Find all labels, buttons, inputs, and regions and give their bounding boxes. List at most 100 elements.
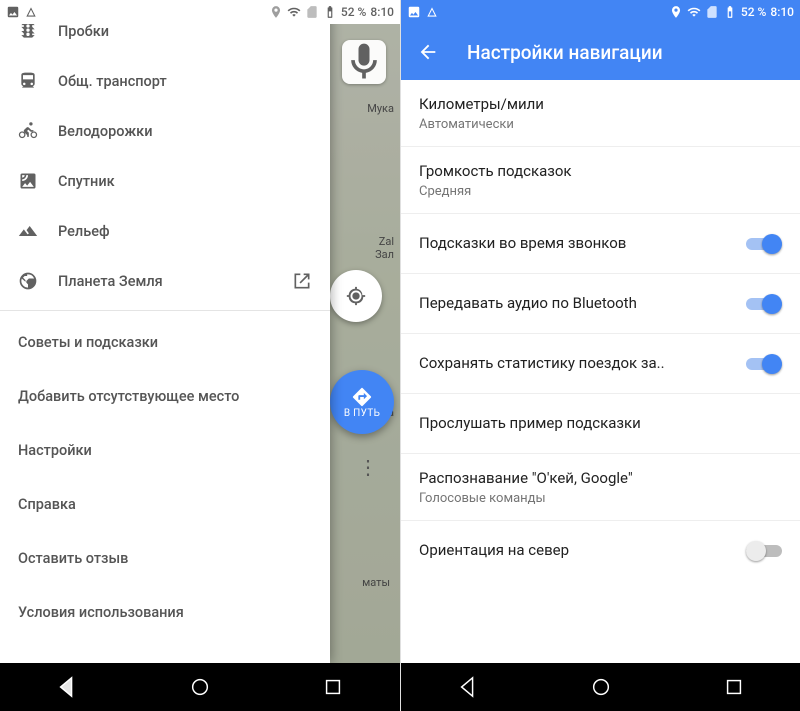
settings-list[interactable]: Километры/мили Автоматически Громкость под… [401, 80, 800, 663]
transit-icon [18, 71, 58, 91]
battery-icon [723, 5, 737, 19]
toggle-switch[interactable] [746, 541, 782, 561]
bike-icon [18, 121, 58, 141]
battery-icon [323, 5, 337, 19]
sim-icon [305, 5, 319, 19]
drawer-link-label: Советы и подсказки [18, 334, 158, 351]
wifi-icon [287, 5, 301, 19]
nav-back-button[interactable] [37, 663, 97, 711]
settings-row[interactable]: Передавать аудио по Bluetooth [401, 273, 800, 333]
drawer-link-feedback[interactable]: Оставить отзыв [0, 531, 330, 585]
settings-row-title: Прослушать пример подсказки [419, 413, 782, 434]
settings-row[interactable]: Прослушать пример подсказки [401, 393, 800, 453]
settings-row[interactable]: Километры/мили Автоматически [401, 80, 800, 146]
drawer-link-settings[interactable]: Настройки [0, 423, 330, 477]
drawer-item-label: Велодорожки [58, 123, 312, 140]
drawer-item-label: Общ. транспорт [58, 73, 312, 90]
arrow-back-icon [417, 41, 439, 63]
settings-row-title: Ориентация на север [419, 540, 746, 561]
image-notification-icon [407, 5, 421, 19]
drawer-link-label: Справка [18, 496, 76, 513]
app-notification-icon [24, 5, 38, 19]
earth-icon [18, 271, 58, 291]
directions-icon [351, 386, 373, 408]
settings-row-title: Подсказки во время звонков [419, 233, 746, 254]
drawer-link-label: Добавить отсутствующее место [18, 388, 239, 405]
nav-home-button[interactable] [170, 663, 230, 711]
settings-row-title: Сохранять статистику поездок за.. [419, 353, 746, 374]
drawer-link-terms[interactable]: Условия использования [0, 585, 330, 639]
nav-back-button[interactable] [438, 663, 498, 711]
system-navbar [0, 663, 400, 711]
start-route-label: В ПУТЬ [344, 408, 380, 419]
settings-row[interactable]: Распознавание "О'кей, Google" Голосовые к… [401, 453, 800, 520]
drawer-link-add-place[interactable]: Добавить отсутствующее место [0, 369, 330, 423]
drawer-item-transit[interactable]: Общ. транспорт [0, 56, 330, 106]
settings-row[interactable]: Сохранять статистику поездок за.. [401, 333, 800, 393]
settings-row-subtitle: Средняя [419, 184, 782, 199]
nav-recents-button[interactable] [704, 663, 764, 711]
toggle-switch[interactable] [746, 294, 782, 314]
voice-search-button[interactable] [342, 40, 386, 84]
status-bar: 52 % 8:10 [401, 0, 800, 24]
map-place-label: маты [362, 576, 390, 589]
app-notification-icon [425, 5, 439, 19]
map-place-label: Zal [379, 235, 394, 248]
drawer-item-earth[interactable]: Планета Земля [0, 256, 330, 306]
terrain-icon [18, 221, 58, 241]
status-bar: 52 % 8:10 [0, 0, 400, 24]
nav-home-button[interactable] [571, 663, 631, 711]
drawer-item-satellite[interactable]: Спутник [0, 156, 330, 206]
settings-row[interactable]: Подсказки во время звонков [401, 213, 800, 273]
battery-percent: 52 % [741, 5, 766, 19]
battery-percent: 52 % [341, 5, 366, 19]
drawer-item-label: Спутник [58, 173, 312, 190]
back-button[interactable] [417, 41, 439, 63]
settings-row[interactable]: Ориентация на север [401, 520, 800, 580]
settings-row-subtitle: Голосовые команды [419, 491, 782, 506]
drawer-item-label: Планета Земля [58, 273, 288, 290]
start-route-fab[interactable]: В ПУТЬ [330, 370, 394, 434]
system-navbar [401, 663, 800, 711]
settings-row-title: Километры/мили [419, 94, 782, 115]
settings-row-title: Распознавание "О'кей, Google" [419, 468, 782, 489]
settings-row-title: Громкость подсказок [419, 161, 782, 182]
wifi-icon [687, 5, 701, 19]
sim-icon [705, 5, 719, 19]
settings-row[interactable]: Громкость подсказок Средняя [401, 146, 800, 213]
crosshair-icon [345, 285, 367, 307]
drawer-link-label: Условия использования [18, 604, 184, 621]
page-title: Настройки навигации [467, 41, 663, 64]
open-external-icon [288, 271, 312, 291]
drawer-item-cycling[interactable]: Велодорожки [0, 106, 330, 156]
navigation-drawer: Пробки Общ. транспорт Велодорожки Спутни… [0, 0, 330, 663]
image-notification-icon [6, 5, 20, 19]
my-location-fab[interactable] [330, 270, 382, 322]
phone-left: Мука Zal Зал Дева Deva маты В ПУТЬ ⋮ Про… [0, 0, 400, 711]
settings-row-subtitle: Автоматически [419, 117, 782, 132]
drawer-list: Пробки Общ. транспорт Велодорожки Спутни… [0, 0, 330, 639]
clock-time: 8:10 [770, 5, 794, 19]
settings-row-title: Передавать аудио по Bluetooth [419, 293, 746, 314]
map-place-label: Зал [375, 248, 394, 261]
drawer-item-label: Пробки [58, 23, 312, 40]
drawer-link-label: Оставить отзыв [18, 550, 128, 567]
toggle-switch[interactable] [746, 354, 782, 374]
clock-time: 8:10 [370, 5, 394, 19]
app-bar: Настройки навигации [401, 24, 800, 80]
divider [0, 310, 330, 311]
drawer-item-terrain[interactable]: Рельеф [0, 206, 330, 256]
more-options-button[interactable]: ⋮ [358, 455, 376, 479]
drawer-item-label: Рельеф [58, 223, 312, 240]
drawer-link-help[interactable]: Справка [0, 477, 330, 531]
phone-right: 52 % 8:10 Настройки навигации Километры/… [400, 0, 800, 711]
drawer-link-tips[interactable]: Советы и подсказки [0, 315, 330, 369]
satellite-icon [18, 171, 58, 191]
map-place-label: Мука [367, 102, 394, 115]
mic-icon [342, 40, 386, 84]
location-icon [269, 5, 283, 19]
nav-recents-button[interactable] [303, 663, 363, 711]
traffic-icon [18, 21, 58, 41]
toggle-switch[interactable] [746, 234, 782, 254]
drawer-link-label: Настройки [18, 442, 92, 459]
